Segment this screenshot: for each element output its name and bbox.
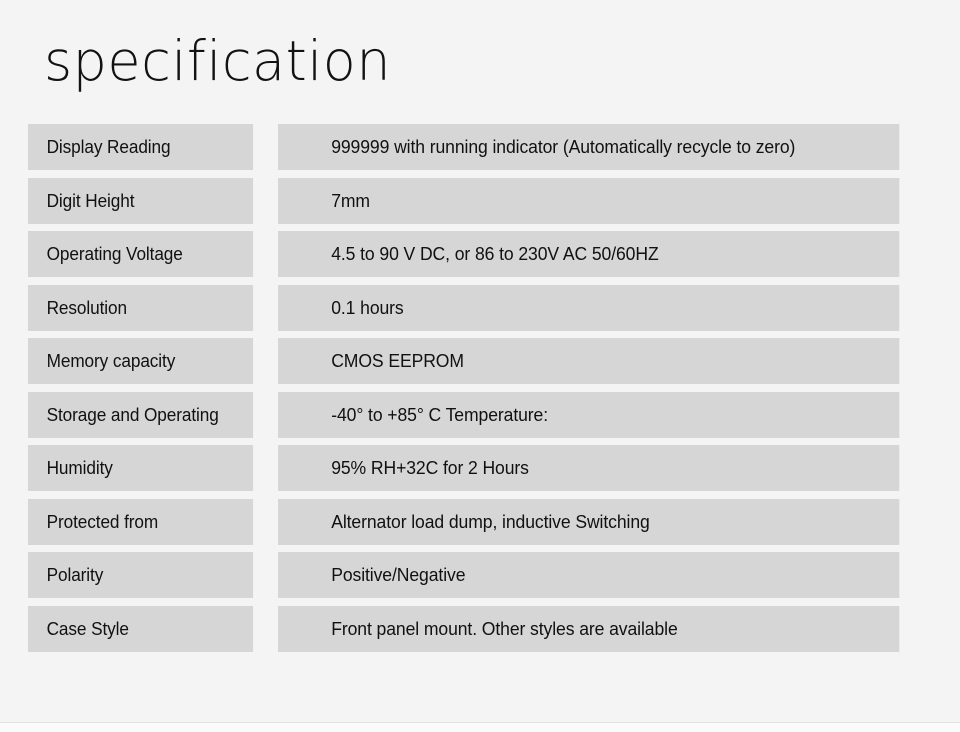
column-gap: [270, 124, 278, 170]
spec-label-text: Memory capacity: [46, 350, 176, 371]
table-row: Operating Voltage 4.5 to 90 V DC, or 86 …: [28, 231, 932, 277]
table-row: Polarity Positive/Negative: [28, 552, 932, 598]
column-gap: [270, 445, 278, 491]
spec-value-cell: 0.1 hours: [278, 284, 900, 331]
spec-value-cell: Alternator load dump, inductive Switchin…: [278, 498, 900, 545]
spec-value-cell: Positive/Negative: [278, 552, 900, 598]
spec-label-cell: Resolution: [28, 284, 254, 331]
column-gap: [270, 285, 278, 331]
column-gap: [270, 392, 278, 438]
table-row: Humidity 95% RH+32C for 2 Hours: [28, 445, 932, 491]
spec-value-text: 999999 with running indicator (Automatic…: [331, 136, 796, 157]
column-gap: [270, 338, 278, 384]
spec-value-cell: 4.5 to 90 V DC, or 86 to 230V AC 50/60HZ: [278, 231, 900, 277]
spec-value-text: CMOS EEPROM: [331, 350, 464, 371]
spec-label-cell: Operating Voltage: [28, 231, 254, 277]
spec-value-text: 7mm: [331, 189, 370, 211]
spec-label-text: Operating Voltage: [46, 243, 183, 264]
spec-value-text: 0.1 hours: [331, 296, 404, 318]
bottom-strip: [0, 723, 960, 732]
specification-page: specification Display Reading 999999 wit…: [0, 0, 960, 732]
spec-label-text: Display Reading: [46, 136, 171, 157]
specification-table: Display Reading 999999 with running indi…: [28, 124, 932, 659]
table-row: Memory capacity CMOS EEPROM: [28, 338, 932, 384]
spec-label-cell: Display Reading: [28, 124, 254, 170]
spec-value-cell: 7mm: [278, 177, 900, 224]
spec-value-cell: CMOS EEPROM: [278, 338, 900, 384]
spec-label-text: Resolution: [46, 296, 127, 318]
spec-label-cell: Polarity: [28, 552, 254, 598]
table-row: Display Reading 999999 with running indi…: [28, 124, 932, 170]
spec-value-text: -40° to +85° C Temperature:: [331, 403, 549, 425]
spec-value-cell: -40° to +85° C Temperature:: [278, 391, 900, 438]
table-row: Case Style Front panel mount. Other styl…: [28, 605, 932, 652]
table-row: Storage and Operating -40° to +85° C Tem…: [28, 391, 932, 438]
spec-label-text: Digit Height: [46, 189, 135, 211]
spec-label-text: Polarity: [46, 564, 104, 585]
spec-value-cell: Front panel mount. Other styles are avai…: [278, 605, 900, 652]
spec-label-text: Case Style: [46, 617, 129, 639]
spec-label-cell: Humidity: [28, 445, 254, 491]
spec-label-text: Protected from: [46, 510, 159, 532]
column-gap: [270, 499, 278, 545]
table-row: Digit Height 7mm: [28, 177, 932, 224]
table-row: Protected from Alternator load dump, ind…: [28, 498, 932, 545]
spec-label-cell: Storage and Operating: [28, 391, 254, 438]
spec-label-cell: Case Style: [28, 605, 254, 652]
spec-label-text: Humidity: [46, 457, 113, 478]
spec-value-cell: 999999 with running indicator (Automatic…: [278, 124, 900, 170]
spec-value-text: Positive/Negative: [331, 564, 466, 585]
column-gap: [270, 552, 278, 598]
column-gap: [270, 606, 278, 652]
spec-value-text: 4.5 to 90 V DC, or 86 to 230V AC 50/60HZ: [331, 243, 659, 264]
spec-value-text: Alternator load dump, inductive Switchin…: [331, 510, 650, 532]
column-gap: [270, 231, 278, 277]
spec-label-cell: Protected from: [28, 498, 254, 545]
page-title: specification: [44, 28, 392, 94]
spec-value-text: Front panel mount. Other styles are avai…: [331, 617, 678, 639]
column-gap: [270, 178, 278, 224]
spec-value-text: 95% RH+32C for 2 Hours: [331, 457, 529, 478]
spec-value-cell: 95% RH+32C for 2 Hours: [278, 445, 900, 491]
spec-label-text: Storage and Operating: [46, 403, 219, 425]
spec-label-cell: Digit Height: [28, 177, 254, 224]
table-row: Resolution 0.1 hours: [28, 284, 932, 331]
spec-label-cell: Memory capacity: [28, 338, 254, 384]
